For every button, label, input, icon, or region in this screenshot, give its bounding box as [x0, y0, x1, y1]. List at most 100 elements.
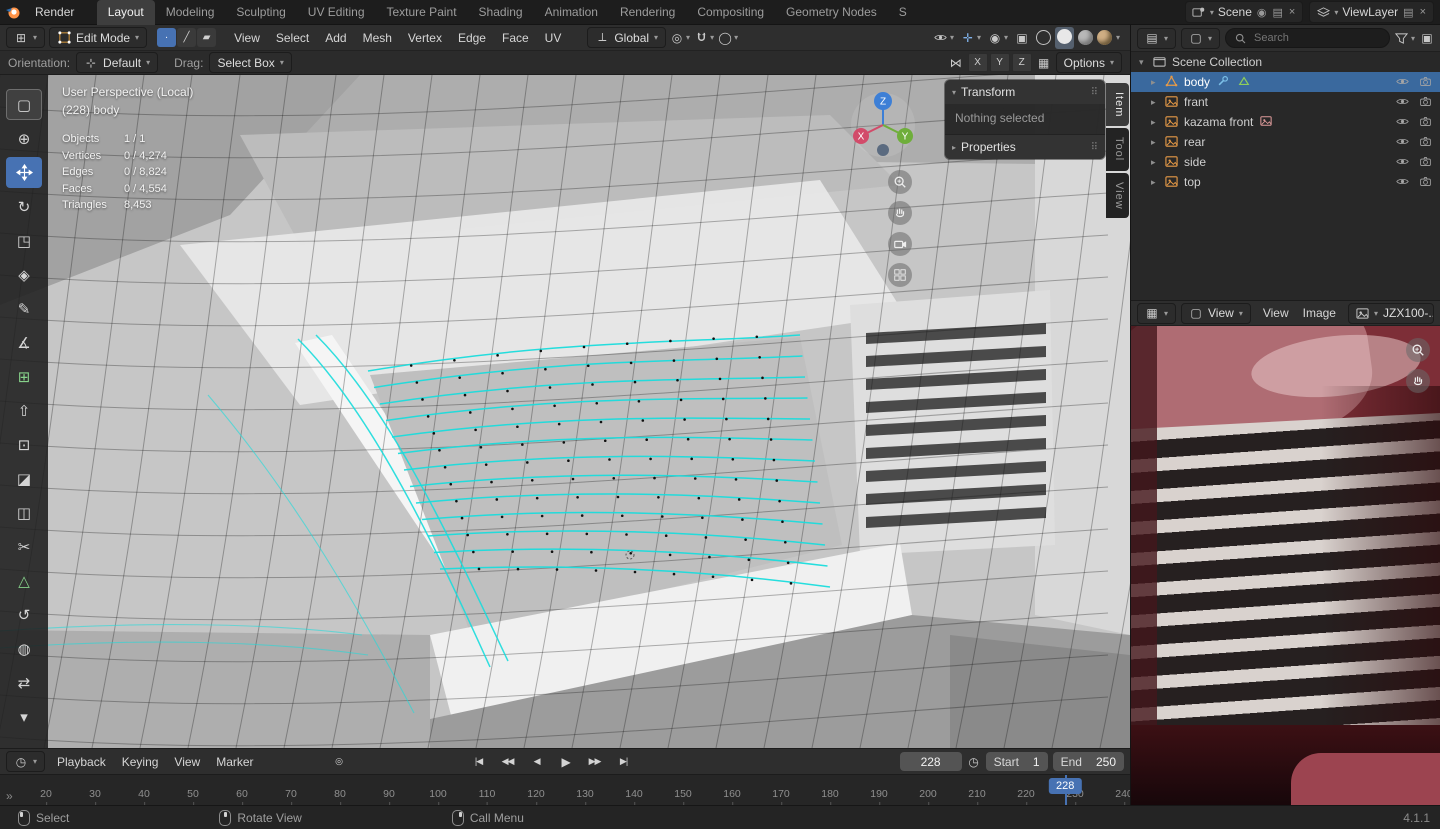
sidebar-tab-item[interactable]: Item: [1106, 83, 1129, 126]
image-editor-type-dropdown[interactable]: ▦▾: [1137, 303, 1176, 324]
jump-end-button[interactable]: ▶|: [611, 752, 637, 771]
viewport-canvas[interactable]: [0, 75, 1130, 748]
tool-loop-cut[interactable]: ◫: [6, 497, 42, 528]
expand-chevron[interactable]: ▸: [1151, 117, 1161, 128]
expand-chevron[interactable]: ▾: [1139, 57, 1149, 68]
workspace-tab-rendering[interactable]: Rendering: [609, 0, 686, 25]
gizmos-dropdown[interactable]: ✛▾: [961, 31, 981, 45]
outliner-editor-dropdown[interactable]: ▤▾: [1137, 28, 1176, 49]
viewport-menu-add[interactable]: Add: [317, 25, 354, 51]
tool-bevel[interactable]: ◪: [6, 463, 42, 494]
delete-viewlayer-icon[interactable]: ×: [1419, 6, 1427, 18]
options-dropdown[interactable]: Options▾: [1056, 52, 1122, 73]
new-viewlayer-icon[interactable]: ▤: [1402, 6, 1414, 19]
play-button[interactable]: ▶: [553, 752, 579, 771]
hide-in-viewport-icon[interactable]: [1396, 175, 1411, 189]
viewport-menu-view[interactable]: View: [226, 25, 268, 51]
hide-in-viewport-icon[interactable]: [1396, 75, 1411, 89]
wireframe-shading-button[interactable]: [1036, 30, 1051, 45]
workspace-tab-layout[interactable]: Layout: [97, 0, 155, 25]
viewport-menu-vertex[interactable]: Vertex: [400, 25, 450, 51]
tool-spin[interactable]: ↺: [6, 599, 42, 630]
image-datablock-selector[interactable]: ▾ JZX100-...: [1348, 303, 1434, 324]
tool-rotate[interactable]: ↻: [6, 191, 42, 222]
transform-orientation-dropdown[interactable]: ⟂ Global ▾: [587, 27, 666, 48]
tool-annotate[interactable]: ✎: [6, 293, 42, 324]
viewport-menu-select[interactable]: Select: [268, 25, 317, 51]
drag-setting-dropdown[interactable]: Select Box▾: [209, 52, 291, 73]
viewlayer-selector[interactable]: ▾ ViewLayer ▤ ×: [1309, 1, 1434, 23]
pin-scene-icon[interactable]: ◉: [1256, 6, 1268, 19]
disable-in-render-icon[interactable]: [1419, 75, 1434, 89]
workspace-tab-modeling[interactable]: Modeling: [155, 0, 226, 25]
viewport-3d[interactable]: ▢⊕↻◳◈✎∡⊞⇧⊡◪◫✂△↺◍⇄▾ User Perspective (Loc…: [0, 75, 1130, 748]
hide-in-viewport-icon[interactable]: [1396, 115, 1411, 129]
image-menu-view[interactable]: View: [1256, 300, 1296, 326]
scene-selector[interactable]: ▾ Scene ◉ ▤ ×: [1185, 1, 1304, 23]
material-shading-button[interactable]: [1078, 30, 1093, 45]
tool-poly-build[interactable]: △: [6, 565, 42, 596]
timeline-expand-chevron[interactable]: »: [6, 789, 13, 803]
solid-shading-button[interactable]: [1055, 27, 1074, 49]
shading-dropdown[interactable]: ▾: [1116, 33, 1120, 42]
outliner-item-kazama-front[interactable]: ▸kazama front: [1131, 112, 1440, 132]
end-frame-field[interactable]: End250: [1053, 752, 1124, 771]
image-menu-image[interactable]: Image: [1296, 300, 1343, 326]
pan-hand-button[interactable]: [888, 201, 912, 225]
tool-extrude[interactable]: ⇧: [6, 395, 42, 426]
jump-start-button[interactable]: |◀: [466, 752, 492, 771]
delete-scene-icon[interactable]: ×: [1288, 6, 1296, 18]
panel-grip-icon[interactable]: ⠿: [1091, 87, 1098, 98]
workspace-tab-s[interactable]: S: [888, 0, 918, 25]
vertex-select-button[interactable]: ∙: [157, 28, 176, 47]
tool-cursor[interactable]: ⊕: [6, 123, 42, 154]
disable-in-render-icon[interactable]: [1419, 95, 1434, 109]
overlays-dropdown[interactable]: ◉▾: [988, 31, 1008, 45]
outliner-item-top[interactable]: ▸top: [1131, 172, 1440, 192]
expand-chevron[interactable]: ▸: [1151, 77, 1161, 88]
workspace-tab-compositing[interactable]: Compositing: [686, 0, 775, 25]
workspace-tab-animation[interactable]: Animation: [534, 0, 609, 25]
toolbar-expand-chevron[interactable]: ▾: [6, 701, 42, 732]
new-scene-icon[interactable]: ▤: [1271, 6, 1283, 19]
preview-range-clock-icon[interactable]: ◷: [967, 755, 981, 769]
orthographic-toggle-button[interactable]: [888, 263, 912, 287]
outliner-item-side[interactable]: ▸side: [1131, 152, 1440, 172]
search-input[interactable]: [1252, 31, 1381, 45]
timeline-menu-view[interactable]: View: [166, 749, 208, 775]
mirror-z-button[interactable]: Z: [1012, 53, 1032, 72]
tool-scale[interactable]: ◳: [6, 225, 42, 256]
editor-type-dropdown[interactable]: ⊞▾: [6, 27, 45, 48]
tool-knife[interactable]: ✂: [6, 531, 42, 562]
hide-in-viewport-icon[interactable]: [1396, 95, 1411, 109]
hide-in-viewport-icon[interactable]: [1396, 135, 1411, 149]
timeline-menu-keying[interactable]: Keying: [114, 749, 167, 775]
tool-transform[interactable]: ◈: [6, 259, 42, 290]
prev-keyframe-button[interactable]: ◀◀: [495, 752, 521, 771]
timeline-editor-dropdown[interactable]: ◷▾: [6, 751, 45, 772]
tool-measure[interactable]: ∡: [6, 327, 42, 358]
disable-in-render-icon[interactable]: [1419, 155, 1434, 169]
disable-in-render-icon[interactable]: [1419, 115, 1434, 129]
image-pan-hand-button[interactable]: [1406, 369, 1430, 393]
hide-in-viewport-icon[interactable]: [1396, 155, 1411, 169]
sidebar-tab-view[interactable]: View: [1106, 173, 1129, 219]
proportional-editing-dropdown[interactable]: ◯▾: [718, 31, 738, 45]
image-editor-canvas[interactable]: [1130, 326, 1440, 805]
outliner-display-dropdown[interactable]: ▢▾: [1181, 28, 1220, 49]
navigation-gizmo[interactable]: Z X Y: [848, 90, 918, 160]
mirror-x-button[interactable]: X: [968, 53, 988, 72]
viewport-menu-face[interactable]: Face: [494, 25, 537, 51]
zoom-button[interactable]: [888, 170, 912, 194]
expand-chevron[interactable]: ▸: [1151, 137, 1161, 148]
expand-chevron[interactable]: ▸: [1151, 97, 1161, 108]
expand-chevron[interactable]: ▸: [1151, 177, 1161, 188]
object-visibility-dropdown[interactable]: ▾: [934, 31, 954, 45]
outliner-item-body[interactable]: ▸body: [1131, 72, 1440, 92]
current-frame-field[interactable]: 228: [900, 752, 962, 771]
properties-panel-header[interactable]: ▸ Properties ⠿: [945, 135, 1105, 159]
play-reverse-button[interactable]: ◀: [524, 752, 550, 771]
timeline-menu-playback[interactable]: Playback: [49, 749, 114, 775]
outliner-search[interactable]: [1225, 28, 1390, 48]
timeline-ruler[interactable]: 2030405060708090100110120130140150160170…: [0, 774, 1130, 806]
